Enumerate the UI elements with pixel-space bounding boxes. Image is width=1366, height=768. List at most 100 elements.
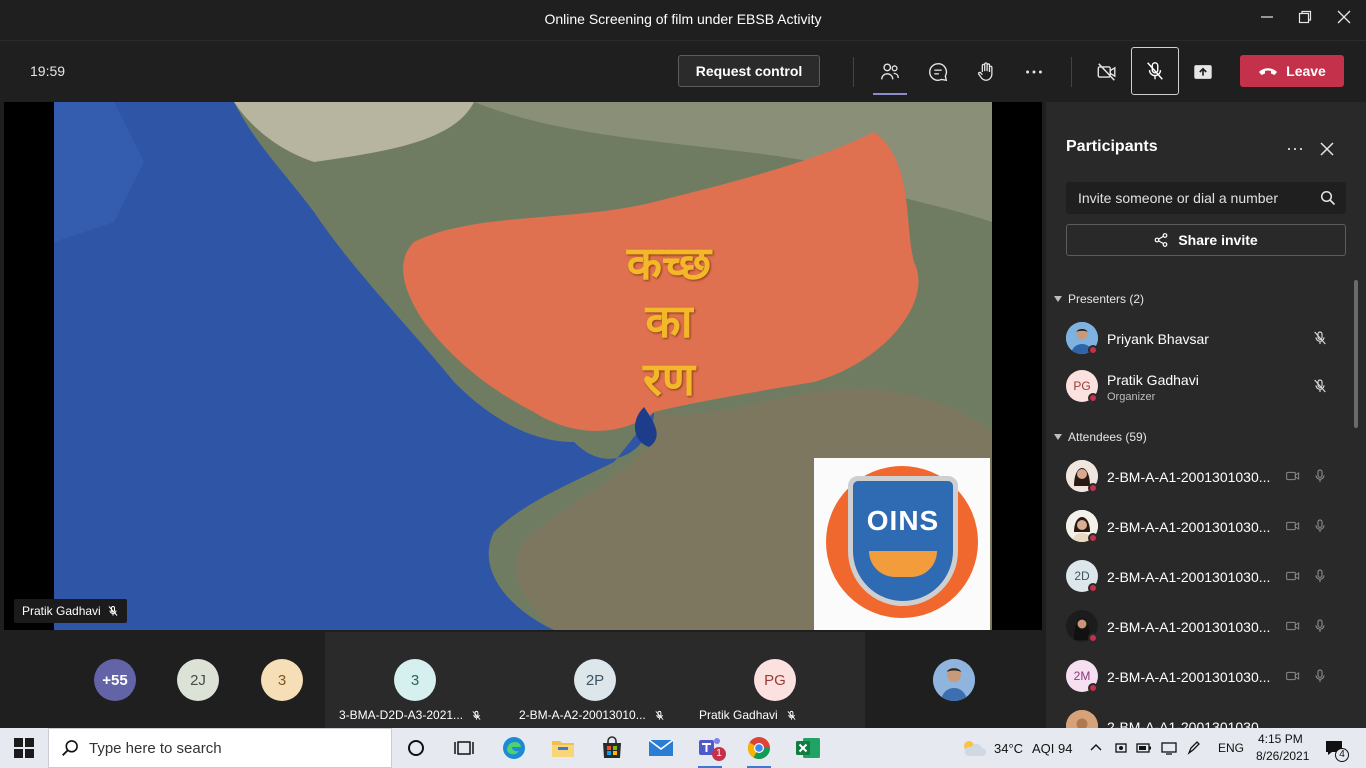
self-video-avatar[interactable] bbox=[933, 659, 975, 701]
participant-row[interactable]: 2-BM-A-A1-2001301030... bbox=[1066, 706, 1346, 728]
teams-app-icon[interactable]: 1 bbox=[694, 734, 726, 768]
camera-off-icon bbox=[1286, 671, 1300, 681]
mic-icon bbox=[1315, 619, 1325, 632]
participant-row[interactable]: PG Pratik Gadhavi Organizer bbox=[1066, 366, 1346, 410]
raise-hand-icon[interactable] bbox=[971, 57, 1001, 87]
share-invite-label: Share invite bbox=[1178, 232, 1258, 248]
taskbar-date[interactable]: 8/26/2021 bbox=[1256, 749, 1309, 763]
task-view-icon[interactable] bbox=[448, 734, 480, 762]
leave-button[interactable]: Leave bbox=[1240, 55, 1344, 87]
participant-name: 2-BM-A-A1-2001301030... bbox=[1107, 669, 1271, 685]
tile-label: 2-BM-A-A2-20013010... bbox=[519, 708, 665, 722]
mic-off-icon bbox=[1147, 62, 1163, 80]
weather-aqi: AQI 94 bbox=[1032, 741, 1073, 756]
close-panel-icon[interactable] bbox=[1318, 140, 1336, 158]
participant-tile[interactable]: PG Pratik Gadhavi bbox=[685, 632, 865, 728]
status-badge bbox=[1088, 583, 1098, 593]
status-badge bbox=[1088, 393, 1098, 403]
tile-label: 3-BMA-D2D-A3-2021... bbox=[339, 708, 482, 722]
weather-icon[interactable] bbox=[960, 738, 986, 758]
participant-role: Organizer bbox=[1107, 391, 1156, 403]
network-icon[interactable] bbox=[1160, 740, 1178, 756]
excel-icon[interactable] bbox=[792, 734, 824, 762]
overflow-participants-button[interactable]: +55 bbox=[94, 659, 136, 701]
invite-search-input[interactable] bbox=[1066, 182, 1306, 214]
map-caption-line: का bbox=[645, 294, 693, 348]
mail-icon[interactable] bbox=[645, 734, 677, 762]
chat-icon[interactable] bbox=[923, 57, 953, 87]
camera-off-icon[interactable] bbox=[1092, 57, 1122, 87]
participants-panel: Participants ··· Share invite Presenters… bbox=[1046, 102, 1366, 728]
microsoft-store-icon[interactable] bbox=[596, 734, 628, 762]
presenter-name-tag: Pratik Gadhavi bbox=[14, 599, 127, 623]
mic-off-icon bbox=[1314, 379, 1326, 393]
restore-icon[interactable] bbox=[1293, 8, 1317, 32]
meeting-toolbar: 19:59 Request control Leave bbox=[0, 40, 1366, 100]
participant-name: 2-BM-A-A1-2001301030... bbox=[1107, 719, 1271, 728]
chevron-down-icon bbox=[1054, 434, 1062, 440]
participant-avatar[interactable]: 3 bbox=[261, 659, 303, 701]
window-title: Online Screening of film under EBSB Acti… bbox=[544, 11, 822, 27]
chevron-up-icon[interactable] bbox=[1090, 742, 1102, 752]
share-invite-button[interactable]: Share invite bbox=[1066, 224, 1346, 256]
request-control-button[interactable]: Request control bbox=[678, 55, 820, 87]
tile-label: Pratik Gadhavi bbox=[699, 708, 797, 722]
participant-row[interactable]: 2M 2-BM-A-A1-2001301030... bbox=[1066, 656, 1346, 700]
participant-tile[interactable]: 2P 2-BM-A-A2-20013010... bbox=[505, 632, 685, 728]
mic-off-icon bbox=[1314, 331, 1326, 345]
file-explorer-icon[interactable] bbox=[547, 734, 579, 762]
camera-off-icon bbox=[1286, 471, 1300, 481]
mute-microphone-button[interactable] bbox=[1131, 47, 1179, 95]
panel-scrollbar[interactable] bbox=[1354, 280, 1358, 428]
participant-row[interactable]: 2-BM-A-A1-2001301030... bbox=[1066, 506, 1346, 550]
attendees-section-toggle[interactable]: Attendees (59) bbox=[1054, 430, 1147, 444]
chrome-browser-icon[interactable] bbox=[743, 734, 775, 768]
participant-row[interactable]: 2-BM-A-A1-2001301030... bbox=[1066, 456, 1346, 500]
participants-icon[interactable] bbox=[873, 57, 907, 95]
panel-more-icon[interactable]: ··· bbox=[1286, 138, 1304, 159]
mic-icon bbox=[1315, 469, 1325, 482]
invite-search-box bbox=[1066, 182, 1346, 214]
person-photo-icon bbox=[933, 659, 975, 701]
mic-icon bbox=[1315, 569, 1325, 582]
pen-icon[interactable] bbox=[1186, 740, 1202, 756]
search-icon bbox=[62, 740, 78, 756]
weather-temperature: 34°C bbox=[994, 741, 1024, 756]
meeting-now-icon[interactable] bbox=[1114, 740, 1128, 756]
mic-icon bbox=[1315, 519, 1325, 532]
participant-name: 2-BM-A-A1-2001301030... bbox=[1107, 569, 1271, 585]
participant-row[interactable]: 2D 2-BM-A-A1-2001301030... bbox=[1066, 556, 1346, 600]
participant-tile[interactable]: 3 3-BMA-D2D-A3-2021... bbox=[325, 632, 505, 728]
windows-start-icon[interactable] bbox=[14, 738, 34, 758]
participant-avatar: PG bbox=[754, 659, 796, 701]
taskbar-clock[interactable]: 4:15 PM bbox=[1258, 732, 1303, 746]
panel-title: Participants bbox=[1066, 138, 1158, 155]
participant-name: 2-BM-A-A1-2001301030... bbox=[1107, 519, 1271, 535]
meeting-timer: 19:59 bbox=[30, 63, 66, 79]
notification-count-badge: 4 bbox=[1335, 748, 1349, 762]
mic-off-icon bbox=[472, 710, 481, 720]
tile-name: Pratik Gadhavi bbox=[699, 708, 778, 722]
search-icon[interactable] bbox=[1320, 190, 1336, 206]
battery-icon[interactable] bbox=[1136, 741, 1152, 755]
logo-emblem bbox=[869, 551, 937, 577]
title-bar: Online Screening of film under EBSB Acti… bbox=[0, 0, 1366, 40]
presenters-section-toggle[interactable]: Presenters (2) bbox=[1054, 292, 1144, 306]
presenters-heading: Presenters (2) bbox=[1068, 292, 1145, 306]
share-screen-icon[interactable] bbox=[1188, 57, 1218, 87]
taskbar-search-input[interactable] bbox=[79, 738, 369, 758]
camera-off-icon bbox=[1286, 621, 1300, 631]
teams-notification-badge: 1 bbox=[712, 747, 726, 761]
participant-row[interactable]: 2-BM-A-A1-2001301030... bbox=[1066, 606, 1346, 650]
edge-browser-icon[interactable] bbox=[498, 734, 530, 762]
participant-row[interactable]: Priyank Bhavsar bbox=[1066, 318, 1346, 362]
minimize-icon[interactable] bbox=[1255, 8, 1279, 32]
shared-video-stage[interactable]: कच्छ का रण OINS Pratik Gadhavi bbox=[4, 102, 1042, 630]
more-actions-icon[interactable] bbox=[1019, 57, 1049, 87]
close-window-icon[interactable] bbox=[1332, 8, 1356, 32]
input-language[interactable]: ENG bbox=[1218, 741, 1244, 755]
logo-shield: OINS bbox=[848, 476, 958, 606]
cortana-icon[interactable] bbox=[400, 734, 432, 762]
participant-avatar[interactable]: 2J bbox=[177, 659, 219, 701]
map-caption-line: कच्छ bbox=[626, 236, 712, 290]
